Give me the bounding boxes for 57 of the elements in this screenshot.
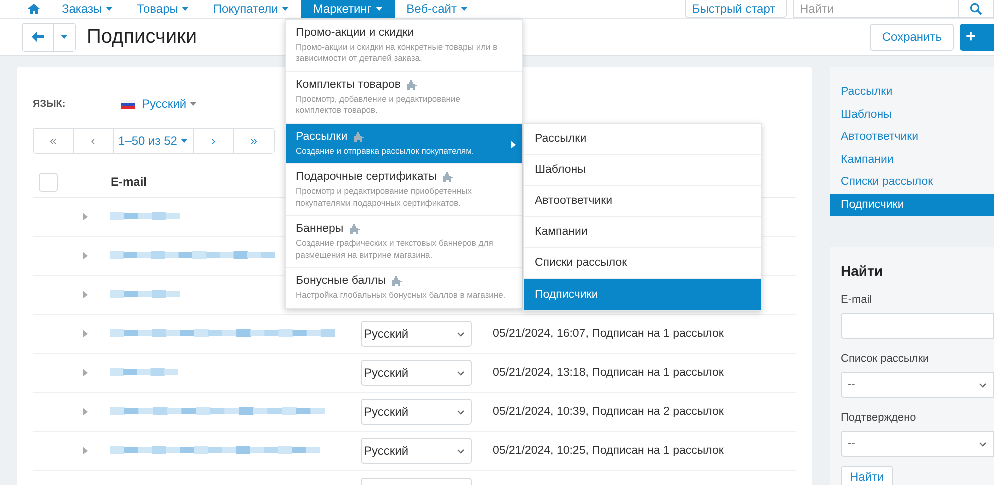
menu-item-description: Просмотр, добавление и редактирование комплектов товаров.	[296, 94, 462, 117]
menu-item-description: Промо-акции и скидки на конкретные товары или в зависимости от деталей заказа.	[296, 42, 499, 65]
subscription-info: 05/21/2024, 10:25, Подписан на 1 рассылок	[493, 445, 725, 457]
menu-item-title: Бонусные баллы	[296, 275, 386, 288]
submenu-item[interactable]: Подписчики	[524, 279, 761, 310]
menu-item-description: Создание графических и текстовых баннеров для размещения на витрине магазина.	[296, 238, 494, 262]
add-button[interactable]: +	[960, 24, 994, 50]
nav-menu-item[interactable]: Маркетинг	[301, 0, 395, 18]
language-select[interactable]: Русский	[361, 321, 472, 347]
field-label: Подтверждено	[841, 412, 918, 424]
language-select[interactable]: Русский	[361, 399, 472, 425]
menu-item[interactable]: Подарочные сертификаты Просмотр и редактирование приобретенных покупателями подарочных сертификатов.	[286, 164, 522, 216]
menu-item-description: Просмотр и редактирование приобретенных покупателями подарочных сертификатов.	[296, 186, 473, 210]
sidebar-link[interactable]: Рассылки	[830, 81, 994, 104]
nav-menu-item[interactable]: Заказы	[50, 0, 126, 18]
menu-item-description: Настройка глобальных бонусных баллов в магазине.	[296, 290, 507, 302]
column-header[interactable]: E-mail	[111, 175, 148, 189]
submenu-item[interactable]: Рассылки	[524, 124, 761, 155]
sidebar-link[interactable]: Подписчики	[830, 194, 994, 216]
language-dropdown[interactable]: Русский	[142, 97, 197, 111]
sidebar-link[interactable]: Шаблоны	[830, 104, 994, 126]
filter-title: Найти	[841, 263, 884, 279]
menu-item[interactable]: Рассылки Создание и отправка рассылок покупателям.	[286, 124, 522, 164]
nav-menu-item[interactable]: Покупатели	[201, 0, 302, 18]
filter-select[interactable]: --	[841, 372, 994, 398]
menu-item[interactable]: Промо-акции и скидки Промо-акции и скидки на конкретные товары или в зависимости от деталей заказа.	[286, 20, 522, 72]
sidebar-link[interactable]: Автоответчики	[830, 126, 994, 148]
sidebar-link[interactable]: Кампании	[830, 148, 994, 171]
subscription-info: 05/21/2024, 10:39, Подписан на 2 рассылок	[493, 406, 725, 418]
subscription-info: 05/21/2024, 13:18, Подписан на 1 рассылок	[493, 367, 725, 379]
menu-item-title: Комплекты товаров	[296, 78, 402, 91]
search-field[interactable]: Найти	[793, 0, 959, 18]
menu-item-title: Баннеры	[296, 223, 344, 236]
nav-menu-item[interactable]: Веб-сайт	[394, 0, 480, 18]
filter-select[interactable]: --	[841, 431, 994, 457]
menu-item[interactable]: Баннеры Создание графических и текстовых баннеров для размещения на витрине магазина.	[286, 216, 522, 268]
subscription-info: 05/21/2024, 16:07, Подписан на 1 рассылок	[493, 328, 725, 340]
menu-item-title: Рассылки	[296, 130, 348, 143]
find-button[interactable]: Найти	[841, 466, 894, 485]
submenu-item[interactable]: Автоответчики	[524, 186, 761, 217]
first-page-button[interactable]: «	[34, 129, 74, 153]
menu-item-title: Подарочные сертификаты	[296, 171, 438, 184]
page-title: Подписчики	[87, 26, 198, 48]
save-button[interactable]: Сохранить	[870, 24, 954, 50]
menu-item[interactable]: Бонусные баллы Настройка глобальных бонусных баллов в магазине.	[286, 268, 522, 308]
menu-item-title: Промо-акции и скидки	[296, 27, 414, 39]
language-select[interactable]: Русский	[361, 438, 472, 464]
language-select[interactable]: Русский	[361, 360, 472, 386]
field-label: E-mail	[841, 294, 874, 306]
submenu-item[interactable]: Шаблоны	[524, 155, 761, 186]
submenu-item[interactable]: Кампании	[524, 217, 761, 248]
language-label: ЯЗЫК:	[33, 98, 67, 110]
menu-item-description: Создание и отправка рассылок покупателям.	[296, 146, 476, 158]
sidebar-link[interactable]: Списки рассылок	[830, 171, 994, 194]
quick-start-button[interactable]: Быстрый старт	[685, 0, 787, 18]
nav-menu-item[interactable]: Товары	[125, 0, 202, 18]
field-label: Список рассылки	[841, 353, 930, 365]
